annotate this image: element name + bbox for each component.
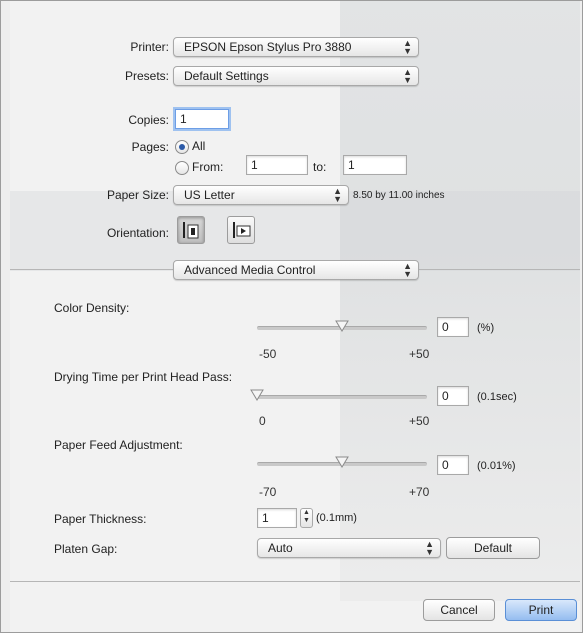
platen-gap-label: Platen Gap:: [54, 542, 118, 556]
platen-gap-popup[interactable]: Auto ▲ ▼: [257, 538, 441, 558]
pages-from-radio[interactable]: [175, 161, 189, 175]
dialog-sheet: Printer: EPSON Epson Stylus Pro 3880 ▲ ▼ …: [10, 1, 580, 632]
paper-thickness-value: 1: [262, 511, 269, 525]
color-density-max: +50: [409, 347, 430, 361]
presets-label: Presets:: [124, 69, 169, 83]
orientation-label: Orientation:: [106, 226, 169, 240]
color-density-min: -50: [259, 347, 277, 361]
landscape-icon: [233, 222, 251, 238]
paper-feed-slider-thumb[interactable]: [335, 456, 349, 468]
pages-all-label: All: [192, 139, 206, 153]
paper-size-dimensions: 8.50 by 11.00 inches: [353, 190, 445, 201]
copies-label: Copies:: [128, 113, 169, 127]
paper-thickness-unit: (0.1mm): [316, 512, 357, 524]
paper-thickness-stepper[interactable]: ▲ ▼: [300, 508, 313, 528]
paper-feed-unit: (0.01%): [477, 460, 516, 472]
presets-value: Default Settings: [184, 69, 269, 83]
drying-time-slider-thumb[interactable]: [250, 389, 264, 401]
panel-menu-popup[interactable]: Advanced Media Control ▲ ▼: [173, 260, 419, 280]
pages-label: Pages:: [131, 140, 169, 154]
print-button[interactable]: Print: [505, 599, 577, 621]
popup-arrows-icon: ▲ ▼: [403, 67, 412, 85]
color-density-label: Color Density:: [54, 301, 130, 315]
drying-time-slider-track[interactable]: [257, 395, 427, 399]
paper-feed-max: +70: [409, 485, 430, 499]
pages-from-value: 1: [251, 158, 258, 172]
paper-feed-value: 0: [442, 458, 449, 472]
color-density-slider-thumb[interactable]: [335, 320, 349, 332]
color-density-field[interactable]: 0: [437, 317, 469, 337]
pages-to-field[interactable]: 1: [343, 155, 407, 175]
paper-feed-field[interactable]: 0: [437, 455, 469, 475]
printer-label: Printer:: [130, 40, 169, 54]
popup-arrows-icon: ▲ ▼: [333, 186, 342, 204]
color-density-unit: (%): [477, 322, 495, 334]
paper-size-label: Paper Size:: [106, 188, 169, 202]
pages-from-field[interactable]: 1: [246, 155, 308, 175]
pages-to-value: 1: [348, 158, 355, 172]
popup-arrows-icon: ▲ ▼: [425, 539, 434, 557]
drying-time-field[interactable]: 0: [437, 386, 469, 406]
paper-feed-min: -70: [259, 485, 277, 499]
pages-from-label: From:: [192, 160, 224, 174]
pages-to-label: to:: [313, 160, 327, 174]
portrait-icon: [183, 222, 199, 239]
platen-gap-value: Auto: [268, 541, 293, 555]
presets-popup[interactable]: Default Settings ▲ ▼: [173, 66, 419, 86]
paper-size-value: US Letter: [184, 188, 235, 202]
drying-time-label: Drying Time per Print Head Pass:: [54, 370, 233, 384]
popup-arrows-icon: ▲ ▼: [403, 261, 412, 279]
drying-time-min: 0: [259, 414, 266, 428]
drying-time-unit: (0.1sec): [477, 391, 517, 403]
printer-value: EPSON Epson Stylus Pro 3880: [184, 40, 352, 54]
print-dialog: Printer: EPSON Epson Stylus Pro 3880 ▲ ▼ …: [0, 0, 583, 633]
color-density-value: 0: [442, 320, 449, 334]
platen-gap-default-button[interactable]: Default: [446, 537, 540, 559]
copies-value: 1: [180, 112, 187, 126]
popup-arrows-icon: ▲ ▼: [403, 38, 412, 56]
paper-thickness-label: Paper Thickness:: [54, 512, 147, 526]
printer-popup[interactable]: EPSON Epson Stylus Pro 3880 ▲ ▼: [173, 37, 419, 57]
landscape-orientation-button[interactable]: [227, 216, 255, 244]
paper-size-popup[interactable]: US Letter ▲ ▼: [173, 185, 349, 205]
copies-field[interactable]: 1: [175, 109, 229, 129]
footer-divider: [10, 581, 580, 582]
pages-all-radio[interactable]: [175, 140, 189, 154]
portrait-orientation-button[interactable]: [177, 216, 205, 244]
paper-thickness-field[interactable]: 1: [257, 508, 297, 528]
drying-time-max: +50: [409, 414, 430, 428]
background-photo: [340, 1, 580, 601]
cancel-button[interactable]: Cancel: [423, 599, 495, 621]
paper-feed-label: Paper Feed Adjustment:: [54, 438, 183, 452]
drying-time-value: 0: [442, 389, 449, 403]
panel-menu-value: Advanced Media Control: [184, 263, 316, 277]
